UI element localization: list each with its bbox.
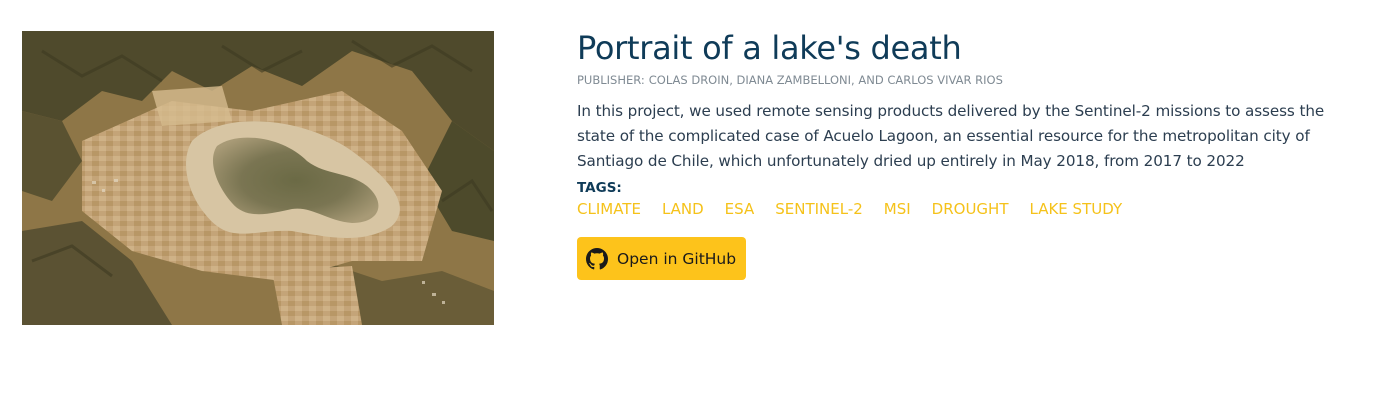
project-thumbnail[interactable] [22, 31, 494, 325]
tag-msi[interactable]: MSI [884, 200, 911, 218]
publisher-names: COLAS DROIN, DIANA ZAMBELLONI, AND CARLO… [648, 73, 1003, 87]
project-title[interactable]: Portrait of a lake's death [577, 28, 1352, 68]
satellite-image [22, 31, 494, 325]
open-in-github-button[interactable]: Open in GitHub [577, 237, 747, 280]
tag-land[interactable]: LAND [662, 200, 704, 218]
publisher-label: PUBLISHER: [577, 73, 645, 87]
tags-label: TAGS: [577, 180, 622, 196]
tag-lake-study[interactable]: LAKE STUDY [1030, 200, 1123, 218]
project-info: Portrait of a lake's death PUBLISHER: COL… [577, 28, 1352, 280]
tag-sentinel-2[interactable]: SENTINEL-2 [775, 200, 863, 218]
project-card: Portrait of a lake's death PUBLISHER: COL… [0, 0, 1379, 405]
tag-esa[interactable]: ESA [725, 200, 755, 218]
project-description: In this project, we used remote sensing … [577, 102, 1325, 170]
tag-drought[interactable]: DROUGHT [932, 200, 1009, 218]
tag-list: CLIMATE LAND ESA SENTINEL-2 MSI DROUGHT … [577, 200, 1352, 218]
tag-climate[interactable]: CLIMATE [577, 200, 641, 218]
github-icon [586, 247, 608, 270]
publisher-line: PUBLISHER: COLAS DROIN, DIANA ZAMBELLONI,… [577, 72, 1352, 88]
open-in-github-label: Open in GitHub [617, 249, 737, 268]
